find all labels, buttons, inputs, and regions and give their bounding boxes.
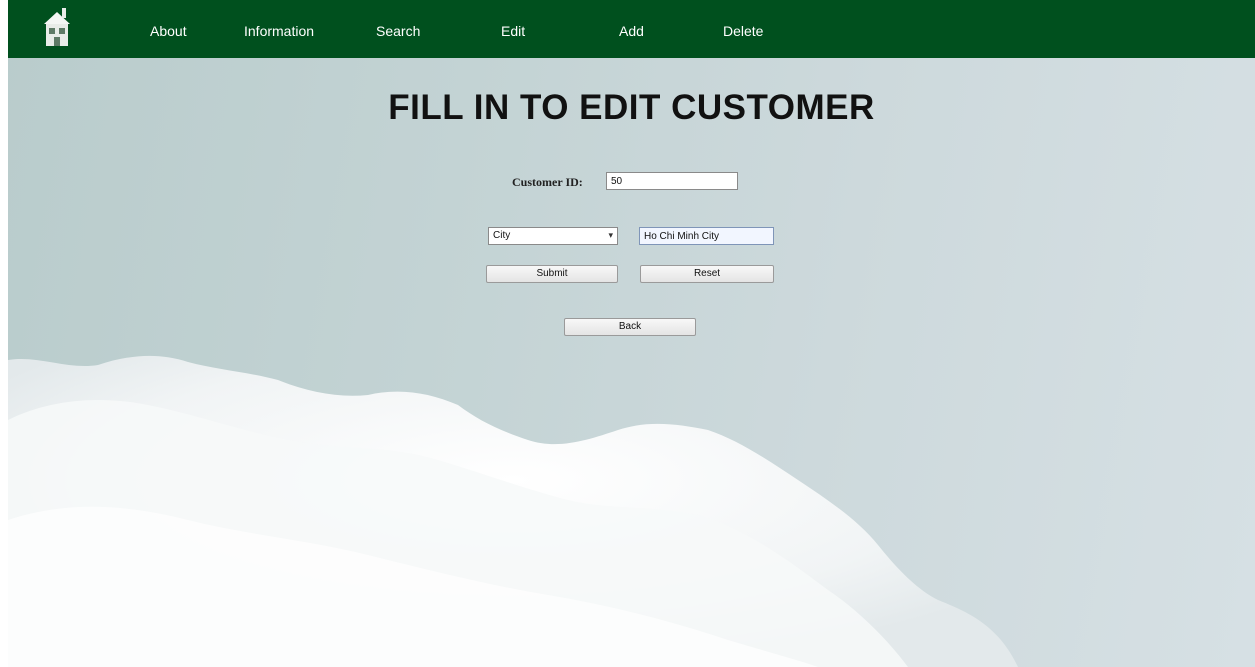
nav-add[interactable]: Add	[619, 23, 644, 39]
back-button[interactable]: Back	[564, 318, 696, 336]
nav-information[interactable]: Information	[244, 23, 314, 39]
nav-about[interactable]: About	[150, 23, 187, 39]
field-value-input[interactable]	[639, 227, 774, 245]
customer-id-label: Customer ID:	[512, 175, 583, 189]
nav-delete[interactable]: Delete	[723, 23, 763, 39]
field-select[interactable]: City ▾	[488, 227, 618, 245]
page-frame: About Information Search Edit Add Delete…	[8, 0, 1255, 667]
customer-id-input[interactable]	[606, 172, 738, 190]
reset-button[interactable]: Reset	[640, 265, 774, 283]
chevron-down-icon: ▾	[608, 230, 613, 240]
top-navbar: About Information Search Edit Add Delete	[8, 0, 1255, 58]
house-icon[interactable]	[44, 8, 70, 48]
page-title: FILL IN TO EDIT CUSTOMER	[388, 88, 875, 127]
nav-edit[interactable]: Edit	[501, 23, 525, 39]
submit-button[interactable]: Submit	[486, 265, 618, 283]
nav-search[interactable]: Search	[376, 23, 420, 39]
field-select-value: City	[493, 230, 511, 241]
